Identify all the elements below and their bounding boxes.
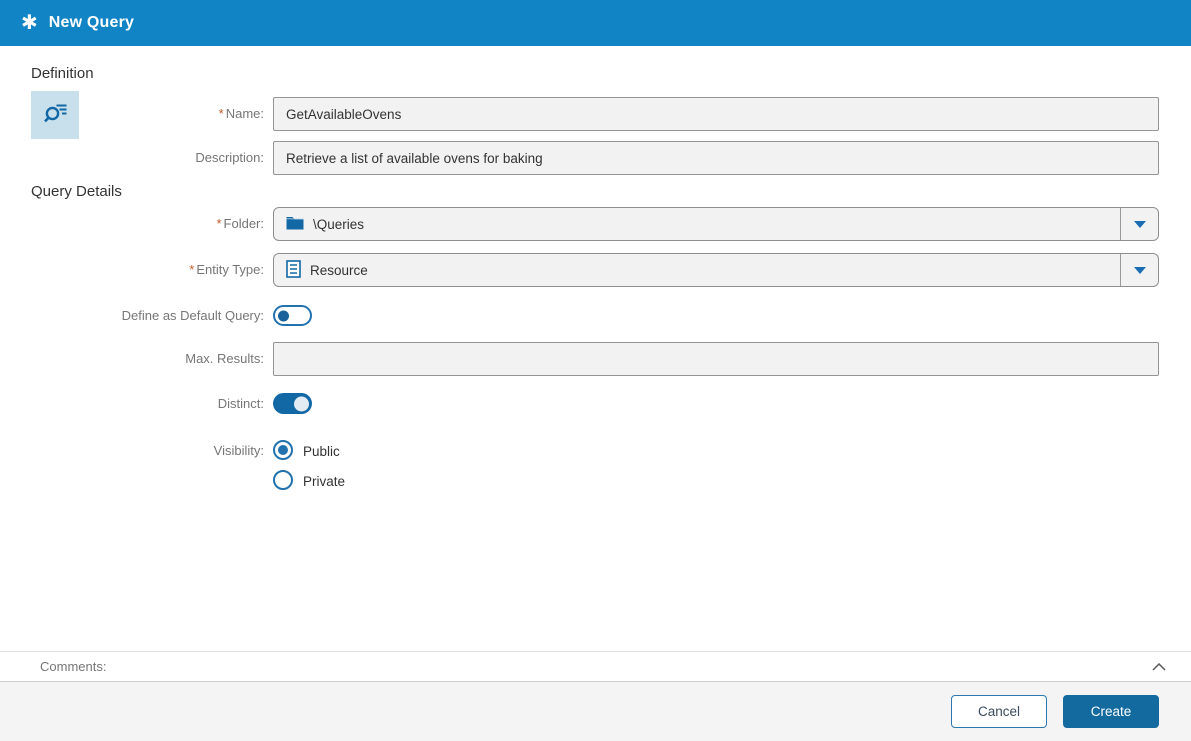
folder-row: * Folder: \Queries	[31, 207, 1159, 241]
default-query-toggle[interactable]	[273, 305, 312, 326]
visibility-label: Visibility:	[213, 443, 264, 458]
max-results-label: Max. Results:	[185, 351, 264, 366]
folder-value: \Queries	[313, 216, 365, 232]
public-radio-label[interactable]: Public	[303, 442, 340, 459]
section-definition: Definition	[31, 65, 94, 82]
visibility-option-private[interactable]: Private	[273, 470, 1159, 490]
distinct-label: Distinct:	[217, 395, 264, 411]
new-item-asterisk-icon: ✱	[21, 12, 38, 34]
name-input[interactable]	[273, 97, 1159, 131]
folder-dropdown[interactable]: \Queries	[273, 207, 1159, 241]
dialog-header: ✱ New Query	[0, 0, 1191, 46]
folder-label: * Folder:	[216, 216, 264, 231]
query-type-icon-box	[31, 91, 79, 139]
cancel-button[interactable]: Cancel	[951, 695, 1047, 728]
distinct-toggle[interactable]	[273, 393, 312, 414]
resource-entity-icon	[286, 259, 301, 281]
collapse-comments-button[interactable]	[1152, 662, 1166, 671]
public-radio[interactable]	[273, 440, 293, 460]
entity-type-dropdown[interactable]: Resource	[273, 253, 1159, 287]
required-marker: *	[218, 106, 224, 121]
default-query-label: Define as Default Query:	[121, 307, 264, 323]
description-row: Description:	[31, 141, 1159, 175]
private-radio-label[interactable]: Private	[303, 472, 345, 489]
entity-type-label: * Entity Type:	[189, 262, 264, 277]
distinct-row: Distinct:	[31, 393, 1159, 414]
chevron-down-icon	[1133, 266, 1146, 274]
entity-type-value: Resource	[310, 262, 368, 278]
form-content: Definition *Name: Description:	[0, 46, 1191, 651]
folder-icon	[286, 216, 304, 233]
description-input[interactable]	[273, 141, 1159, 175]
max-results-row: Max. Results:	[31, 342, 1159, 376]
max-results-input[interactable]	[273, 342, 1159, 376]
comments-bar: Comments:	[0, 651, 1191, 682]
toggle-knob	[294, 396, 309, 411]
description-label: Description:	[195, 150, 264, 165]
query-search-icon	[42, 99, 69, 131]
section-query-details: Query Details	[31, 183, 122, 200]
create-button[interactable]: Create	[1063, 695, 1159, 728]
comments-label: Comments:	[40, 659, 107, 674]
new-query-dialog: ✱ New Query Definition *Name: Desc	[0, 0, 1191, 741]
visibility-radio-group: Public Private	[273, 440, 1159, 490]
chevron-down-icon	[1133, 220, 1146, 228]
toggle-knob	[278, 310, 289, 321]
name-row: * Name:	[31, 97, 1159, 131]
dialog-title: New Query	[48, 14, 135, 31]
private-radio[interactable]	[273, 470, 293, 490]
entity-type-row: * Entity Type: Resource	[31, 253, 1159, 287]
folder-dropdown-button[interactable]	[1120, 208, 1158, 240]
dialog-footer: Cancel Create	[0, 682, 1191, 741]
chevron-up-icon	[1152, 662, 1166, 671]
required-marker: *	[189, 262, 195, 277]
entity-type-dropdown-button[interactable]	[1120, 254, 1158, 286]
visibility-row: Visibility: Public Private	[31, 440, 1159, 490]
default-query-row: Define as Default Query:	[31, 305, 1159, 326]
required-marker: *	[216, 216, 222, 231]
visibility-option-public[interactable]: Public	[273, 440, 1159, 460]
